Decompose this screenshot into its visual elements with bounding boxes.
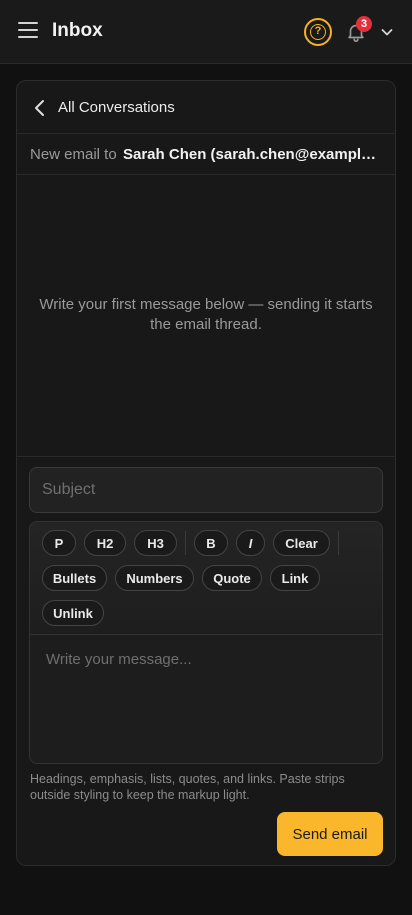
message-body-input[interactable] — [30, 635, 382, 763]
editor-hint: Headings, emphasis, lists, quotes, and l… — [30, 772, 345, 802]
bold-button[interactable]: B — [194, 530, 228, 556]
page-title: Inbox — [52, 20, 103, 41]
paragraph-button[interactable]: P — [42, 530, 76, 556]
top-bar: Inbox ? 3 — [0, 0, 412, 64]
back-label: All Conversations — [58, 99, 175, 116]
empty-state-message: Write your first message below — sending… — [39, 296, 373, 333]
unlink-button[interactable]: Unlink — [42, 600, 104, 626]
back-to-conversations-button[interactable]: All Conversations — [17, 81, 395, 134]
heading3-button[interactable]: H3 — [134, 530, 177, 556]
subject-input[interactable] — [29, 467, 383, 513]
help-circle-icon: ? — [310, 24, 326, 40]
recipient-value: Sarah Chen (sarah.chen@example.com) — [123, 146, 383, 163]
quote-button[interactable]: Quote — [202, 565, 262, 591]
hamburger-menu-icon[interactable] — [18, 22, 38, 42]
clear-format-button[interactable]: Clear — [273, 530, 330, 556]
chevron-left-icon — [35, 100, 44, 116]
recipient-row: New email to Sarah Chen (sarah.chen@exam… — [17, 134, 395, 175]
link-button[interactable]: Link — [270, 565, 320, 591]
heading2-button[interactable]: H2 — [84, 530, 126, 556]
recipient-label: New email to — [30, 146, 117, 163]
thread-empty-state: Write your first message below — sending… — [17, 175, 395, 457]
formatting-toolbar: P H2 H3 B I Clear Bullets Numbers Quote … — [30, 522, 382, 635]
help-button[interactable]: ? — [304, 18, 332, 46]
toolbar-divider — [338, 531, 339, 555]
composer-card: All Conversations New email to Sarah Che… — [16, 80, 396, 866]
message-editor: P H2 H3 B I Clear Bullets Numbers Quote … — [29, 521, 383, 764]
numbers-button[interactable]: Numbers — [115, 565, 194, 591]
send-email-button[interactable]: Send email — [277, 812, 383, 856]
toolbar-divider — [185, 531, 186, 555]
italic-button[interactable]: I — [236, 530, 265, 556]
bullets-button[interactable]: Bullets — [42, 565, 107, 591]
chevron-down-icon[interactable] — [380, 25, 394, 39]
notification-badge: 3 — [356, 16, 372, 32]
